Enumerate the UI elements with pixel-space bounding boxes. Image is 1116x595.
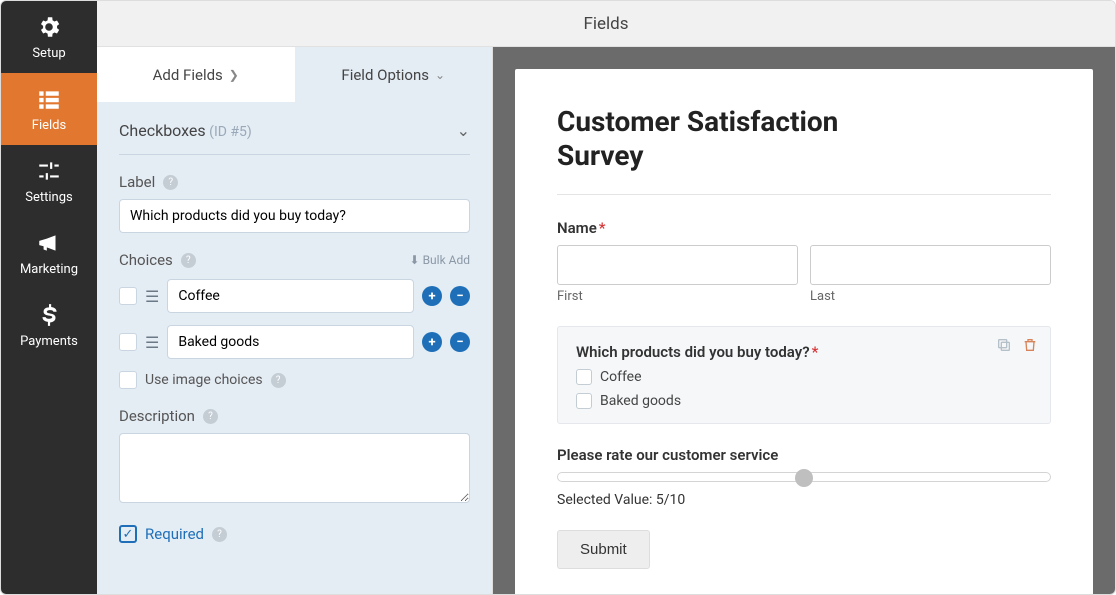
name-sublabels: First Last bbox=[557, 289, 1051, 304]
slider-thumb[interactable] bbox=[795, 469, 813, 487]
list-icon bbox=[36, 86, 62, 112]
checkbox-option[interactable]: Coffee bbox=[576, 369, 1032, 385]
required-row: ✓ Required ? bbox=[119, 525, 470, 543]
tab-field-options[interactable]: Field Options ⌄ bbox=[295, 47, 493, 103]
help-icon[interactable]: ? bbox=[203, 409, 218, 424]
remove-choice-button[interactable]: − bbox=[450, 332, 470, 352]
label-text: Label bbox=[119, 173, 155, 191]
description-block: Description ? bbox=[119, 407, 470, 507]
last-sublabel: Last bbox=[810, 289, 1051, 304]
page-title: Fields bbox=[583, 14, 628, 34]
checkbox-option[interactable]: Baked goods bbox=[576, 393, 1032, 409]
body: Add Fields ❯ Field Options ⌄ Checkboxes … bbox=[97, 47, 1115, 594]
label-input[interactable] bbox=[119, 199, 470, 233]
first-name-input[interactable] bbox=[557, 245, 798, 285]
tab-label: Add Fields bbox=[153, 66, 223, 84]
last-name-input[interactable] bbox=[810, 245, 1051, 285]
duplicate-icon[interactable] bbox=[996, 337, 1012, 353]
required-checkbox[interactable]: ✓ bbox=[119, 525, 137, 543]
chevron-down-icon: ⌄ bbox=[435, 68, 445, 82]
choice-input[interactable] bbox=[167, 279, 414, 313]
app-root: Setup Fields Settings Marketing Payments… bbox=[0, 0, 1116, 595]
sidebar-item-fields[interactable]: Fields bbox=[1, 73, 97, 145]
help-icon[interactable]: ? bbox=[271, 373, 286, 388]
required-label: Required bbox=[145, 525, 204, 543]
help-icon[interactable]: ? bbox=[163, 175, 178, 190]
name-field-label: Name* bbox=[557, 219, 1051, 237]
sidebar-label: Setup bbox=[32, 46, 65, 61]
image-choices-row: Use image choices ? bbox=[119, 371, 470, 389]
drag-handle-icon[interactable]: ☰ bbox=[145, 333, 159, 352]
form-title: Customer Satisfaction Survey bbox=[557, 105, 897, 172]
checkbox-icon[interactable] bbox=[576, 393, 592, 409]
sliders-icon bbox=[36, 158, 62, 184]
sidebar-label: Marketing bbox=[20, 262, 78, 277]
option-label: Baked goods bbox=[600, 393, 681, 409]
tab-add-fields[interactable]: Add Fields ❯ bbox=[97, 47, 295, 103]
checkbox-field-label: Which products did you buy today?* bbox=[576, 343, 1032, 361]
add-choice-button[interactable]: + bbox=[422, 286, 442, 306]
bullhorn-icon bbox=[36, 230, 62, 256]
rating-slider[interactable] bbox=[557, 472, 1051, 482]
main-area: Fields Add Fields ❯ Field Options ⌄ bbox=[97, 1, 1115, 594]
chevron-right-icon: ❯ bbox=[229, 68, 239, 82]
field-id: (ID #5) bbox=[209, 124, 252, 140]
gear-icon bbox=[36, 14, 62, 40]
slider-field-label: Please rate our customer service bbox=[557, 446, 1051, 464]
panel-tabs: Add Fields ❯ Field Options ⌄ bbox=[97, 47, 492, 103]
required-asterisk: * bbox=[812, 343, 819, 361]
section-header[interactable]: Checkboxes (ID #5) ⌄ bbox=[119, 121, 470, 155]
choice-input[interactable] bbox=[167, 325, 414, 359]
add-choice-button[interactable]: + bbox=[422, 332, 442, 352]
dollar-icon bbox=[36, 302, 62, 328]
form-preview: Customer Satisfaction Survey Name* First… bbox=[515, 69, 1093, 594]
sidebar-item-settings[interactable]: Settings bbox=[1, 145, 97, 217]
choices-header: Choices ? ⬇ Bulk Add bbox=[119, 251, 470, 269]
field-options-panel: Checkboxes (ID #5) ⌄ Label ? Choices ? bbox=[97, 103, 492, 594]
download-icon: ⬇ bbox=[410, 253, 420, 267]
choice-default-checkbox[interactable] bbox=[119, 333, 137, 351]
bulk-add-button[interactable]: ⬇ Bulk Add bbox=[410, 253, 471, 267]
bulk-add-label: Bulk Add bbox=[423, 253, 470, 267]
divider bbox=[557, 194, 1051, 195]
left-panel: Add Fields ❯ Field Options ⌄ Checkboxes … bbox=[97, 47, 493, 594]
drag-handle-icon[interactable]: ☰ bbox=[145, 287, 159, 306]
sidebar-item-setup[interactable]: Setup bbox=[1, 1, 97, 73]
field-type: Checkboxes bbox=[119, 121, 206, 140]
required-asterisk: * bbox=[599, 219, 606, 237]
label-row: Label ? bbox=[119, 173, 470, 191]
image-choices-label: Use image choices bbox=[145, 372, 263, 388]
sidebar-item-marketing[interactable]: Marketing bbox=[1, 217, 97, 289]
selected-checkbox-field[interactable]: Which products did you buy today?* Coffe… bbox=[557, 326, 1051, 424]
sidebar-item-payments[interactable]: Payments bbox=[1, 289, 97, 361]
slider-value-text: Selected Value: 5/10 bbox=[557, 492, 1051, 508]
choices-label: Choices bbox=[119, 251, 173, 269]
field-actions bbox=[996, 337, 1038, 353]
checkbox-icon[interactable] bbox=[576, 369, 592, 385]
first-sublabel: First bbox=[557, 289, 798, 304]
image-choices-checkbox[interactable] bbox=[119, 371, 137, 389]
preview-pane: Customer Satisfaction Survey Name* First… bbox=[493, 47, 1115, 594]
description-textarea[interactable] bbox=[119, 433, 470, 503]
choice-row: ☰ + − bbox=[119, 279, 470, 313]
name-inputs bbox=[557, 245, 1051, 285]
chevron-down-icon: ⌄ bbox=[457, 121, 470, 140]
main-sidebar: Setup Fields Settings Marketing Payments bbox=[1, 1, 97, 594]
sidebar-label: Fields bbox=[32, 118, 66, 133]
tab-label: Field Options bbox=[341, 66, 429, 84]
choice-row: ☰ + − bbox=[119, 325, 470, 359]
trash-icon[interactable] bbox=[1022, 337, 1038, 353]
sidebar-label: Payments bbox=[20, 334, 78, 349]
remove-choice-button[interactable]: − bbox=[450, 286, 470, 306]
help-icon[interactable]: ? bbox=[212, 527, 227, 542]
sidebar-label: Settings bbox=[25, 190, 72, 205]
help-icon[interactable]: ? bbox=[181, 253, 196, 268]
choice-default-checkbox[interactable] bbox=[119, 287, 137, 305]
description-label: Description bbox=[119, 407, 195, 425]
option-label: Coffee bbox=[600, 369, 642, 385]
submit-button[interactable]: Submit bbox=[557, 530, 650, 569]
page-header: Fields bbox=[97, 1, 1115, 47]
